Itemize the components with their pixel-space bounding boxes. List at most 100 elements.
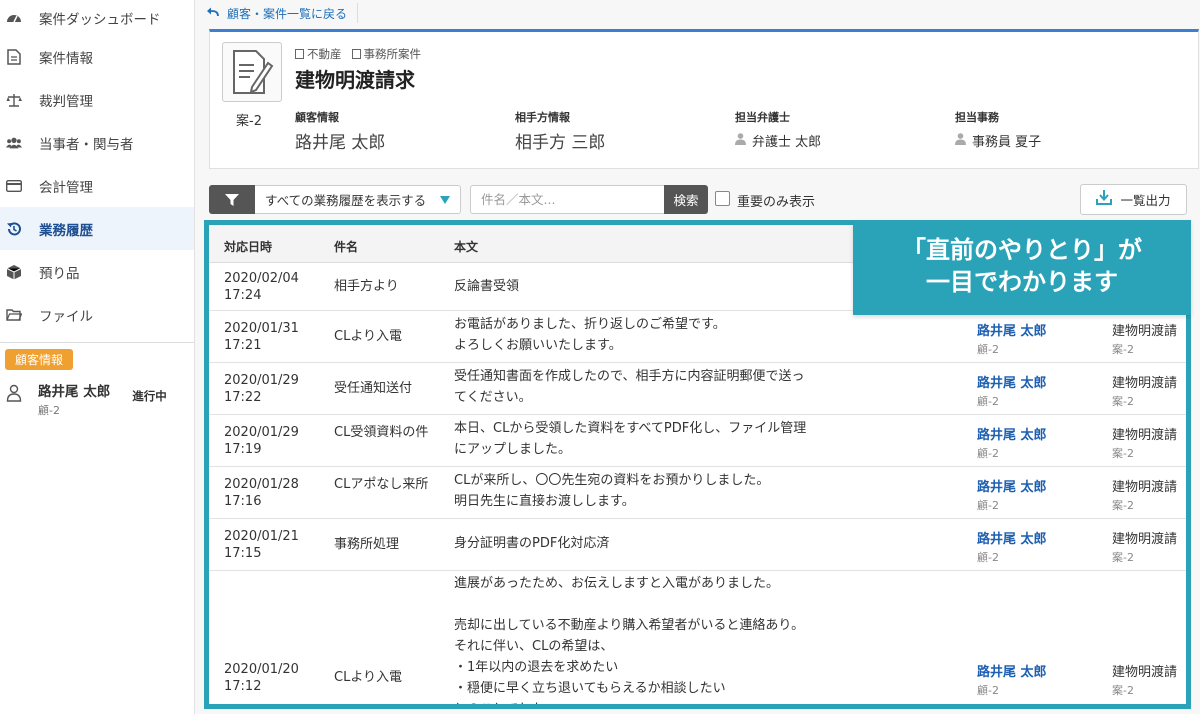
row-client[interactable]: 路井尾 太郎 顧-2 (977, 661, 1047, 698)
sidebar-item-label: 預り品 (39, 265, 80, 282)
row-case-name[interactable]: 建物明渡請 (1112, 476, 1177, 495)
row-case-id: 案-2 (1112, 551, 1134, 564)
row-case[interactable]: 建物明渡請案-2 (1112, 528, 1177, 565)
download-icon (1096, 190, 1113, 209)
row-datetime: 2020/02/04 17:24 (224, 270, 299, 304)
row-case[interactable]: 建物明渡請案-2 (1112, 476, 1177, 513)
row-client-name[interactable]: 路井尾 太郎 (977, 424, 1047, 443)
back-arrow-icon (207, 6, 219, 20)
info-lawyer: 担当弁護士 弁護士 太郎 (735, 109, 821, 150)
row-date: 2020/01/21 (224, 529, 299, 544)
row-client[interactable]: 路井尾 太郎 顧-2 (977, 372, 1047, 409)
filter-button[interactable] (209, 185, 255, 214)
case-document-icon (222, 42, 282, 102)
export-button[interactable]: 一覧出力 (1080, 184, 1187, 215)
sidebar-item-case-info[interactable]: 案件情報 (0, 35, 194, 78)
row-case-name[interactable]: 建物明渡請 (1112, 372, 1177, 391)
row-client[interactable]: 路井尾 太郎 顧-2 (977, 424, 1047, 461)
row-title: CLより入電 (334, 329, 403, 344)
sidebar-item-dashboard[interactable]: 案件ダッシュボード (0, 0, 194, 35)
search-input[interactable] (470, 185, 665, 214)
sidebar-item-history[interactable]: 業務履歴 (0, 207, 194, 250)
info-client-value[interactable]: 路井尾 太郎 (295, 128, 385, 153)
row-client-name[interactable]: 路井尾 太郎 (977, 661, 1047, 680)
category-label: 不動産 (307, 47, 342, 61)
row-body-line: それに伴い、CLの希望は、 (454, 639, 614, 654)
row-case-name[interactable]: 建物明渡請 (1112, 320, 1177, 339)
sidebar-item-deposits[interactable]: 預り品 (0, 250, 194, 293)
row-client[interactable]: 路井尾 太郎 顧-2 (977, 320, 1047, 357)
sidebar-item-parties[interactable]: 当事者・関与者 (0, 121, 194, 164)
staff-name: 事務員 夏子 (972, 135, 1042, 150)
table-row[interactable]: 2020/01/28 17:16 CLアポなし来所 CLが来所し、〇〇先生宛の資料… (209, 467, 1186, 519)
back-link[interactable]: 顧客・案件一覧に戻る (207, 3, 359, 23)
row-case-name[interactable]: 建物明渡請 (1112, 528, 1177, 547)
row-client-name[interactable]: 路井尾 太郎 (977, 372, 1047, 391)
history-filter-select[interactable]: すべての業務履歴を表示する (255, 185, 461, 214)
table-row[interactable]: 2020/01/20 17:12 CLより入電 進展があったため、お伝えしますと入… (209, 571, 1186, 704)
caret-down-icon (440, 196, 450, 204)
table-row[interactable]: 2020/01/29 17:19 CL受領資料の件 本日、CLから受領した資料をす… (209, 415, 1186, 467)
table-row[interactable]: 2020/01/21 17:15 事務所処理 身分証明書のPDF化対応済 路井尾 … (209, 519, 1186, 571)
row-date: 2020/01/31 (224, 321, 299, 336)
feature-callout: 「直前のやりとり」が 一目でわかります (853, 220, 1191, 315)
box-icon (6, 264, 22, 280)
row-client-name[interactable]: 路井尾 太郎 (977, 476, 1047, 495)
row-title: CL受領資料の件 (334, 425, 429, 440)
important-only-checkbox[interactable] (715, 191, 730, 206)
row-case-name[interactable]: 建物明渡請 (1112, 424, 1177, 443)
category-real-estate: 不動産 (295, 46, 342, 62)
row-time: 17:16 (224, 494, 262, 509)
sidebar-item-label: 当事者・関与者 (39, 136, 134, 153)
folder-icon (6, 307, 22, 323)
sidebar-item-label: 案件ダッシュボード (39, 11, 161, 28)
row-client-id: 顧-2 (977, 551, 999, 564)
row-case[interactable]: 建物明渡請 案-2 (1112, 372, 1177, 409)
client-info-tag: 顧客情報 (5, 349, 74, 370)
row-datetime: 2020/01/29 17:19 (224, 424, 299, 458)
info-staff: 担当事務 事務員 夏子 (955, 109, 1041, 150)
sidebar-item-trial[interactable]: 裁判管理 (0, 78, 194, 121)
tag-icon (295, 49, 304, 59)
row-title: CLアポなし来所 (334, 477, 429, 492)
row-case[interactable]: 建物明渡請 案-2 (1112, 320, 1177, 357)
row-datetime: 2020/01/20 17:12 (224, 661, 299, 695)
case-categories: 不動産 事務所案件 (295, 46, 421, 62)
info-opponent-value[interactable]: 相手方 三郎 (515, 128, 605, 153)
row-client-name[interactable]: 路井尾 太郎 (977, 320, 1047, 339)
category-office-case: 事務所案件 (351, 46, 421, 62)
search-button[interactable]: 検索 (664, 185, 708, 214)
sidebar-item-accounting[interactable]: 会計管理 (0, 164, 194, 207)
row-case-name[interactable]: 建物明渡請 (1112, 661, 1177, 680)
row-body: 反論書受領 (454, 276, 854, 297)
export-button-label: 一覧出力 (1120, 193, 1171, 208)
row-title: 事務所処理 (334, 537, 400, 552)
row-date: 2020/01/29 (224, 425, 299, 440)
row-body: CLが来所し、〇〇先生宛の資料をお預かりしました。 明日先生に直接お渡しします。 (454, 470, 854, 512)
row-body: 進展があったため、お伝えしますと入電がありました。 売却に出している不動産より購… (454, 573, 854, 704)
row-date: 2020/01/20 (224, 662, 299, 677)
scale-icon (6, 92, 22, 108)
row-body-line: とのことでした。 (454, 699, 854, 704)
sidebar-item-files[interactable]: ファイル (0, 293, 194, 336)
row-time: 17:15 (224, 546, 262, 561)
header-title[interactable]: 件名 (334, 238, 358, 255)
row-client[interactable]: 路井尾 太郎顧-2 (977, 528, 1047, 565)
table-row[interactable]: 2020/01/29 17:22 受任通知送付 受任通知書面を作成したので、相手方… (209, 363, 1186, 415)
row-body-line: 売却に出している不動産より購入希望者がいると連絡あり。 (454, 618, 805, 633)
sidebar-item-label: ファイル (39, 308, 93, 325)
building-icon (351, 49, 361, 59)
sidebar-client[interactable]: 路井尾 太郎 顧-2 進行中 (0, 370, 194, 418)
row-case-id: 案-2 (1112, 499, 1134, 512)
sidebar-item-label: 裁判管理 (39, 93, 93, 110)
info-label: 相手方情報 (515, 111, 570, 124)
row-client[interactable]: 路井尾 太郎 顧-2 (977, 476, 1047, 513)
header-date[interactable]: 対応日時 (224, 238, 272, 255)
history-icon (6, 221, 22, 237)
row-case[interactable]: 建物明渡請 案-2 (1112, 661, 1177, 698)
row-client-name[interactable]: 路井尾 太郎 (977, 528, 1047, 547)
row-case[interactable]: 建物明渡請 案-2 (1112, 424, 1177, 461)
info-label: 担当事務 (955, 111, 999, 124)
table-row[interactable]: 2020/01/31 17:21 CLより入電 お電話がありました、折り返しのご希… (209, 311, 1186, 363)
row-body-line: 本日、CLから受領した資料をすべてPDF化し、ファイル管理 (454, 421, 807, 436)
